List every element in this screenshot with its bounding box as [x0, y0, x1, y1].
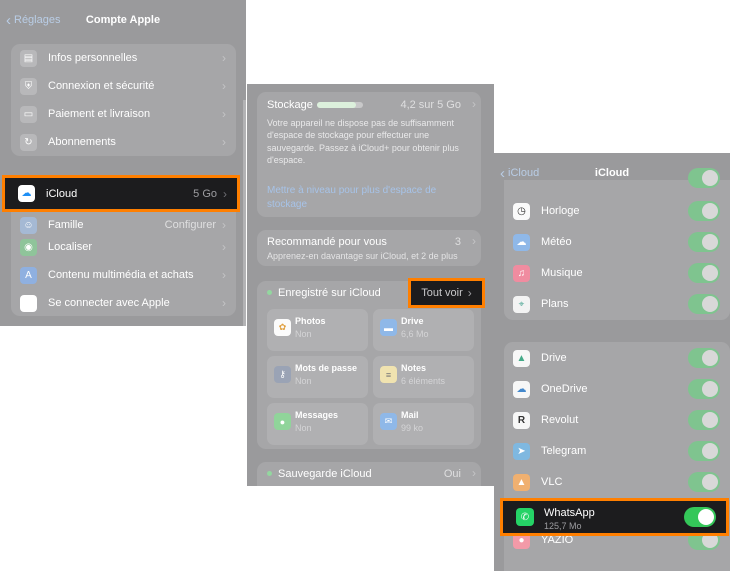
toggle-switch[interactable] — [688, 441, 720, 461]
icloud-icon: ☁ — [18, 185, 35, 202]
status-dot-icon — [267, 290, 272, 295]
chevron-right-icon: › — [222, 107, 226, 121]
chevron-right-icon: › — [223, 186, 227, 201]
toggle-switch[interactable] — [688, 294, 720, 314]
third-party-apps-group: ▲ Drive ☁ OneDrive R Revolut ➤ Telegram … — [504, 342, 730, 571]
chevron-right-icon: › — [472, 97, 476, 111]
vlc-icon: ▲ — [513, 473, 530, 491]
menu-row-sign-in-apple[interactable]: Se connecter avec Apple › — [11, 289, 236, 317]
nav-bar: ‹ Réglages Compte Apple — [0, 0, 246, 40]
back-button[interactable]: ‹ Réglages — [6, 0, 60, 40]
toggle-switch[interactable] — [688, 232, 720, 252]
mail-icon: ✉ — [380, 413, 397, 430]
chevron-right-icon: › — [222, 51, 226, 65]
storage-title: Stockage — [267, 99, 313, 111]
person-card-icon: ▤ — [20, 49, 37, 67]
chevron-left-icon: ‹ — [6, 11, 11, 29]
apple-account-panel: ‹ Réglages Compte Apple ▤ Infos personnel… — [0, 0, 246, 326]
toggle-switch[interactable] — [688, 348, 720, 368]
toggle-switch[interactable] — [688, 410, 720, 430]
chevron-right-icon: › — [222, 218, 226, 232]
chevron-right-icon: › — [472, 466, 476, 480]
app-row-music: ♫ Musique — [504, 259, 730, 287]
toggle-switch[interactable] — [688, 263, 720, 283]
revolut-icon: R — [513, 411, 530, 429]
apple-apps-group: ◷ Horloge ☁ Météo ♫ Musique ⌖ Plans — [504, 168, 730, 320]
storage-card[interactable]: Stockage 4,2 sur 5 Go › Votre appareil n… — [257, 92, 481, 217]
notes-icon: ≡ — [380, 366, 397, 383]
tile-notes[interactable]: ≡ Notes 6 éléments — [373, 356, 474, 398]
app-store-icon: A — [20, 266, 37, 284]
app-row-maps: ⌖ Plans — [504, 290, 730, 318]
storage-bar-fill — [317, 102, 356, 108]
menu-row-payment[interactable]: ▭ Paiement et livraison › — [11, 100, 236, 128]
app-row-telegram: ➤ Telegram — [504, 437, 730, 465]
icloud-overview-panel: Stockage 4,2 sur 5 Go › Votre appareil n… — [247, 84, 494, 486]
storage-message: Votre appareil ne dispose pas de suffisa… — [267, 118, 459, 166]
upgrade-link[interactable]: Mettre à niveau pour plus d'espace de st… — [267, 184, 447, 212]
toggle-switch[interactable] — [684, 507, 716, 527]
clock-icon: ◷ — [513, 202, 530, 220]
toggle-switch[interactable] — [688, 168, 720, 188]
menu-row-find-my[interactable]: ◉ Localiser › — [11, 233, 236, 261]
account-settings-group: ▤ Infos personnelles › ⛨ Connexion et sé… — [11, 44, 236, 156]
apple-icon — [20, 294, 37, 312]
chevron-right-icon: › — [467, 286, 472, 300]
telegram-icon: ➤ — [513, 442, 530, 460]
icloud-backup-row[interactable]: Sauvegarde iCloud Oui › — [257, 462, 481, 486]
app-row-whatsapp: ✆ WhatsApp 125,7 Mo — [500, 498, 729, 536]
recommended-card[interactable]: Recommandé pour vous 3 › Apprenez-en dav… — [257, 230, 481, 266]
family-icon: ☺ — [20, 216, 37, 234]
app-row-clock: ◷ Horloge — [504, 197, 730, 225]
chevron-right-icon: › — [222, 135, 226, 149]
toggle-switch[interactable] — [688, 201, 720, 221]
app-row-weather: ☁ Météo — [504, 228, 730, 256]
messages-icon: ● — [274, 413, 291, 430]
scrollbar[interactable] — [243, 100, 246, 326]
app-row-revolut: R Revolut — [504, 406, 730, 434]
status-dot-icon — [267, 471, 272, 476]
google-drive-icon: ▲ — [513, 349, 530, 367]
tile-photos[interactable]: ✿ Photos Non — [267, 309, 368, 351]
folder-icon: ▬ — [380, 319, 397, 336]
tile-drive[interactable]: ▬ Drive 6,6 Mo — [373, 309, 474, 351]
chevron-right-icon: › — [222, 79, 226, 93]
onedrive-icon: ☁ — [513, 380, 530, 398]
photos-icon: ✿ — [274, 319, 291, 336]
chevron-right-icon: › — [472, 234, 476, 248]
app-row-vlc: ▲ VLC — [504, 468, 730, 496]
shield-icon: ⛨ — [20, 77, 37, 95]
menu-row-security[interactable]: ⛨ Connexion et sécurité › — [11, 72, 236, 100]
storage-bar — [317, 102, 363, 108]
music-icon: ♫ — [513, 264, 530, 282]
page-title: Compte Apple — [85, 14, 161, 26]
whatsapp-icon: ✆ — [516, 508, 534, 526]
app-row-onedrive: ☁ OneDrive — [504, 375, 730, 403]
find-my-icon: ◉ — [20, 238, 37, 256]
chevron-right-icon: › — [222, 240, 226, 254]
menu-row-icloud[interactable]: ☁ iCloud 5 Go › — [2, 175, 240, 212]
chevron-right-icon: › — [222, 268, 226, 282]
chevron-right-icon: › — [222, 296, 226, 310]
chevron-left-icon: ‹ — [500, 164, 505, 182]
menu-row-media-purchases[interactable]: A Contenu multimédia et achats › — [11, 261, 236, 289]
tile-messages[interactable]: ● Messages Non — [267, 403, 368, 445]
menu-row-subscriptions[interactable]: ↻ Abonnements › — [11, 128, 236, 156]
toggle-switch[interactable] — [688, 379, 720, 399]
saved-title: Enregistré sur iCloud — [278, 287, 381, 299]
subscriptions-icon: ↻ — [20, 133, 37, 151]
page-title: iCloud — [594, 167, 630, 179]
key-icon: ⚷ — [274, 366, 291, 383]
icloud-apps-panel: ‹ iCloud iCloud ◷ Horloge ☁ Météo ♫ Musiq… — [494, 153, 730, 571]
weather-icon: ☁ — [513, 233, 530, 251]
storage-amount: 4,2 sur 5 Go — [400, 99, 461, 111]
tile-passwords[interactable]: ⚷ Mots de passe Non — [267, 356, 368, 398]
toggle-switch[interactable] — [688, 472, 720, 492]
maps-icon: ⌖ — [513, 295, 530, 313]
tile-mail[interactable]: ✉ Mail 99 ko — [373, 403, 474, 445]
menu-row-personal-info[interactable]: ▤ Infos personnelles › — [11, 44, 236, 72]
app-row-drive: ▲ Drive — [504, 344, 730, 372]
see-all-button[interactable]: Tout voir › — [408, 278, 485, 308]
credit-card-icon: ▭ — [20, 105, 37, 123]
